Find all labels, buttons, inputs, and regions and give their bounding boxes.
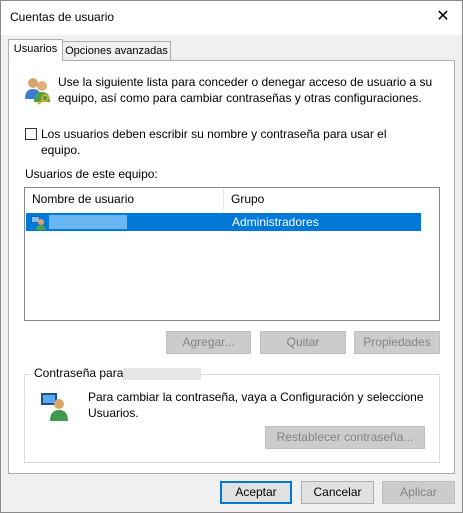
password-info-text: Para cambiar la contraseña, vaya a Confi… [88,390,424,420]
tab-usuarios[interactable]: Usuarios [8,39,63,62]
users-key-icon [23,75,53,105]
intro-text: Use la siguiente lista para conceder o d… [58,75,433,105]
title-bar: Cuentas de usuario ✕ [1,1,462,35]
ok-button[interactable]: Aceptar [220,481,292,504]
users-section-label: Usuarios de este equipo: [25,167,158,181]
tab-usuarios-label: Usuarios [13,43,58,55]
require-login-label: Los usuarios deben escribir su nombre y … [41,127,387,157]
password-user-name [123,368,201,380]
user-group-cell: Administradores [232,215,319,229]
require-login-checkbox[interactable] [25,128,37,140]
column-header-username[interactable]: Nombre de usuario [25,188,215,210]
column-header-username-label: Nombre de usuario [32,192,135,206]
window-title: Cuentas de usuario [10,10,115,24]
column-header-group[interactable]: Grupo [224,188,424,210]
column-header-group-label: Grupo [231,192,265,206]
password-group-label: Contraseña para [31,366,127,380]
reset-password-button[interactable]: Restablecer contraseña... [265,426,425,449]
tab-opciones-avanzadas[interactable]: Opciones avanzadas [62,41,171,61]
remove-user-button[interactable]: Quitar [260,331,346,354]
users-tab-panel: Use la siguiente lista para conceder o d… [8,60,455,474]
tab-opciones-avanzadas-label: Opciones avanzadas [65,45,168,57]
users-list[interactable]: Nombre de usuario Grupo Administradores [24,187,440,321]
user-name-cell [49,215,127,229]
user-accounts-dialog: Cuentas de usuario ✕ Usuarios Opciones a… [0,0,463,513]
apply-button[interactable]: Aplicar [382,481,455,504]
close-icon[interactable]: ✕ [428,3,458,31]
cancel-button[interactable]: Cancelar [301,481,374,504]
properties-button[interactable]: Propiedades [354,331,440,354]
user-icon [39,390,71,422]
user-monitor-icon [30,214,46,230]
add-user-button[interactable]: Agregar... [166,331,251,354]
table-row[interactable]: Administradores [26,213,421,231]
